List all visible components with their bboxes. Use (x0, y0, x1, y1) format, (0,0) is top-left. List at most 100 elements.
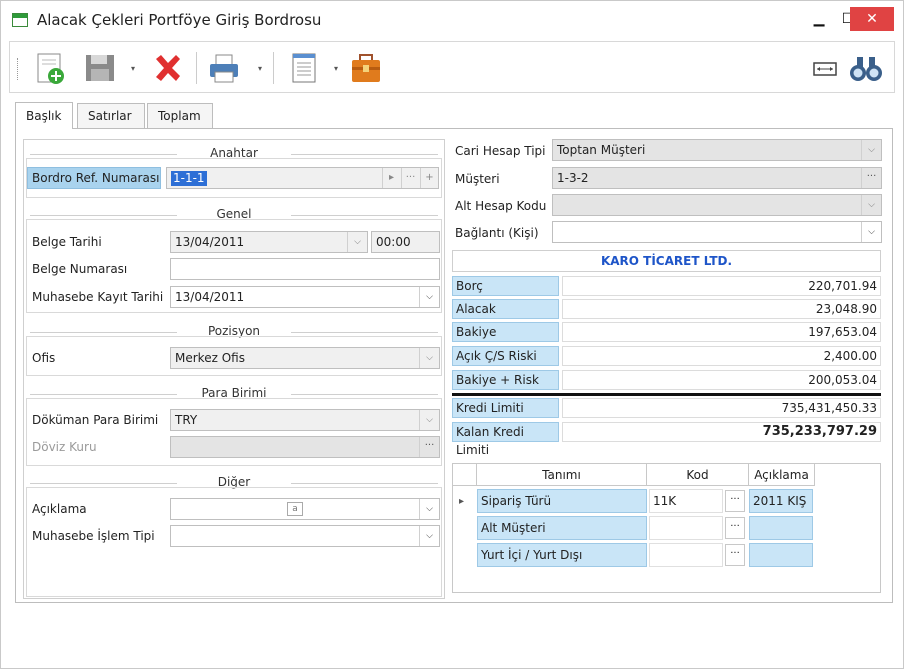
chevron-down-icon[interactable]: ⌵ (419, 348, 439, 368)
bordro-ref-field[interactable]: 1-1-1 ▸ ··· + (166, 167, 439, 189)
ofis-field[interactable]: Merkez Ofis ⌵ (170, 347, 440, 369)
grid-cell-aciklama[interactable] (749, 516, 813, 540)
chevron-down-icon[interactable]: ⌵ (419, 410, 439, 430)
credit-value: 735,431,450.33 (562, 398, 881, 418)
briefcase-icon[interactable] (348, 50, 384, 86)
delete-x-icon[interactable] (149, 50, 185, 86)
add-icon[interactable]: + (420, 168, 438, 188)
credit-label: Kalan Kredi Limiti (452, 422, 559, 457)
doc-currency-value: TRY (175, 413, 198, 427)
rate-label: Döviz Kuru (32, 440, 97, 454)
musteri-field[interactable]: 1-3-2 ··· (552, 167, 882, 189)
print-dropdown-arrow[interactable]: ▾ (258, 64, 262, 73)
grid-cell-tanimi[interactable]: Sipariş Türü (477, 489, 647, 513)
grid-header-aciklama[interactable]: Açıklama (749, 464, 815, 486)
grid-cell-kod[interactable] (649, 516, 723, 540)
muhasebe-islem-tipi-field[interactable]: ⌵ (170, 525, 440, 547)
muhasebe-islem-tipi-label: Muhasebe İşlem Tipi (32, 529, 155, 543)
close-button[interactable]: ✕ (850, 7, 894, 31)
summary-value: 23,048.90 (562, 299, 881, 319)
summary-label: Borç (452, 276, 559, 296)
summary-value: 197,653.04 (562, 322, 881, 342)
summary-row: Alacak 23,048.90 (452, 298, 881, 320)
baglanti-kisi-label: Bağlantı (Kişi) (455, 226, 539, 240)
window: Alacak Çekleri Portföye Giriş Bordrosu ▁… (0, 0, 904, 669)
report-page-icon[interactable] (286, 50, 322, 86)
summary-label: Açık Ç/S Riski (452, 346, 559, 366)
chevron-down-icon[interactable]: ⌵ (861, 195, 881, 215)
ellipsis-button[interactable]: ··· (725, 517, 745, 539)
row-indicator-icon: ▸ (459, 496, 465, 507)
doc-currency-field[interactable]: TRY ⌵ (170, 409, 440, 431)
bordro-ref-value: 1-1-1 (171, 171, 207, 186)
credit-value: 735,233,797.29 (562, 422, 881, 442)
app-icon (12, 13, 28, 27)
aciklama-field[interactable]: a ⌵ (170, 498, 440, 520)
cari-hesap-tipi-label: Cari Hesap Tipi (455, 144, 546, 158)
chevron-down-icon[interactable]: ⌵ (419, 526, 439, 546)
grid-cell-aciklama[interactable] (749, 543, 813, 567)
chevron-down-icon[interactable]: ⌵ (861, 140, 881, 160)
summary-value: 200,053.04 (562, 370, 881, 390)
grid-header-tanimi[interactable]: Tanımı (477, 464, 647, 486)
toolbar: ▾ ▾ ▾ (9, 41, 895, 93)
window-title: Alacak Çekleri Portföye Giriş Bordrosu (37, 11, 322, 29)
musteri-label: Müşteri (455, 172, 500, 186)
save-dropdown-arrow[interactable]: ▾ (131, 64, 135, 73)
tab-toplam[interactable]: Toplam (147, 103, 213, 129)
bordro-ref-row: Bordro Ref. Numarası 1-1-1 ▸ ··· + (27, 167, 439, 189)
title-bar: Alacak Çekleri Portföye Giriş Bordrosu ▁… (1, 1, 903, 39)
new-document-icon[interactable] (32, 50, 68, 86)
baglanti-kisi-field[interactable]: ⌵ (552, 221, 882, 243)
alt-hesap-kodu-field[interactable]: ⌵ (552, 194, 882, 216)
belge-numarasi-field[interactable] (170, 258, 440, 280)
toolbar-separator (273, 52, 274, 84)
summary-row: Açık Ç/S Riski 2,400.00 (452, 345, 881, 367)
summary-label: Bakiye (452, 322, 559, 342)
rate-field[interactable]: ··· (170, 436, 440, 458)
ellipsis-button[interactable]: ··· (419, 437, 439, 457)
chevron-down-icon[interactable]: ⌵ (347, 232, 367, 252)
next-arrow-icon[interactable]: ▸ (382, 168, 400, 188)
grid-cell-tanimi[interactable]: Yurt İçi / Yurt Dışı (477, 543, 647, 567)
report-dropdown-arrow[interactable]: ▾ (334, 64, 338, 73)
chevron-down-icon[interactable]: ⌵ (419, 287, 439, 307)
save-disk-icon[interactable] (82, 50, 118, 86)
cari-hesap-tipi-value: Toptan Müşteri (557, 143, 646, 157)
print-icon[interactable] (206, 50, 242, 86)
alt-hesap-kodu-label: Alt Hesap Kodu (455, 199, 547, 213)
ellipsis-button[interactable]: ··· (725, 490, 745, 512)
cari-hesap-tipi-field[interactable]: Toptan Müşteri ⌵ (552, 139, 882, 161)
grid-cell-tanimi[interactable]: Alt Müşteri (477, 516, 647, 540)
toolbar-grip[interactable] (17, 58, 19, 80)
text-edit-icon[interactable]: a (287, 502, 303, 516)
muhasebe-kayit-tarihi-label: Muhasebe Kayıt Tarihi (32, 290, 164, 304)
belge-tarihi-field[interactable]: 13/04/2011 ⌵ (170, 231, 368, 253)
grid-cell-kod[interactable] (649, 543, 723, 567)
left-pane: Anahtar Genel Belge Tarihi 13/04/2011 ⌵ … (23, 139, 445, 599)
chevron-down-icon[interactable]: ⌵ (419, 499, 439, 519)
muhasebe-kayit-tarihi-field[interactable]: 13/04/2011 ⌵ (170, 286, 440, 308)
grid-cell-aciklama[interactable]: 2011 KIŞ (749, 489, 813, 513)
doc-currency-label: Döküman Para Birimi (32, 413, 159, 427)
ellipsis-button[interactable]: ··· (401, 168, 419, 188)
summary-value: 220,701.94 (562, 276, 881, 296)
ellipsis-button[interactable]: ··· (861, 168, 881, 188)
musteri-value: 1-3-2 (557, 171, 589, 185)
minimize-button[interactable]: ▁ (804, 7, 834, 31)
ellipsis-button[interactable]: ··· (725, 544, 745, 566)
summary-separator (452, 393, 881, 396)
tab-satirlar[interactable]: Satırlar (77, 103, 145, 129)
belge-saat-field[interactable]: 00:00 (371, 231, 440, 253)
fit-width-icon[interactable] (807, 50, 843, 86)
credit-row: Kalan Kredi Limiti 735,233,797.29 (452, 421, 881, 457)
summary-row: Borç 220,701.94 (452, 275, 881, 297)
ofis-label: Ofis (32, 351, 56, 365)
chevron-down-icon[interactable]: ⌵ (861, 222, 881, 242)
binoculars-icon[interactable] (848, 50, 884, 86)
grid-header-kod[interactable]: Kod (647, 464, 749, 486)
grid-cell-kod[interactable]: 11K (649, 489, 723, 513)
tab-baslik[interactable]: Başlık (15, 102, 73, 129)
bordro-ref-label: Bordro Ref. Numarası (27, 167, 161, 189)
grid-indicator-header (453, 464, 477, 486)
